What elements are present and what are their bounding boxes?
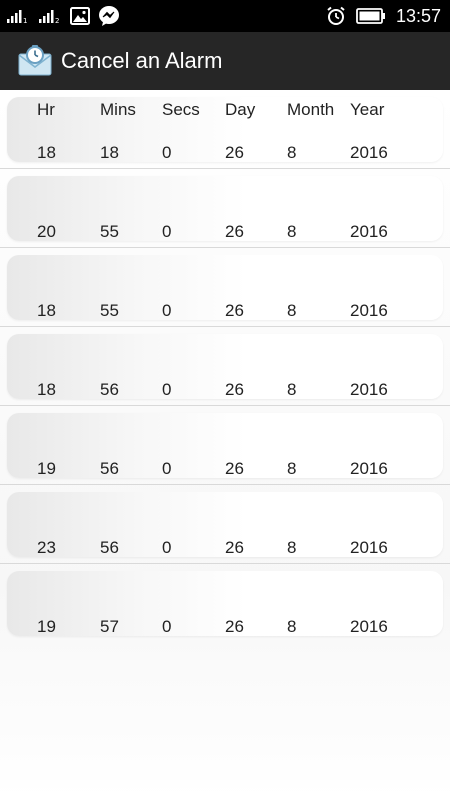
cell-mins: 55 [100,301,119,320]
cell-day: 26 [225,380,244,399]
app-bar: Cancel an Alarm [0,32,450,90]
cell-day: 26 [225,538,244,557]
cell-day: 26 [225,222,244,241]
cell-secs: 0 [162,222,172,241]
alarm-row[interactable]: Hr Mins Secs Day Month Year 18 18 0 26 8… [0,90,450,169]
cell-secs: 0 [162,459,172,478]
status-time: 13:57 [395,5,441,26]
alarm-row[interactable]: 19 57 0 26 8 2016 [0,564,450,643]
status-bar: 1 2 13:57 [0,0,450,32]
cell-mins: 55 [100,222,119,241]
cell-month: 8 [287,538,297,557]
status-right-icons: 13:57 [326,6,450,27]
messenger-icon [98,5,120,27]
cell-year: 2016 [350,617,388,636]
cell-year: 2016 [350,222,388,241]
battery-icon [356,8,386,24]
alarm-row[interactable]: 23 56 0 26 8 2016 [0,485,450,564]
cell-month: 8 [287,459,297,478]
cell-day: 26 [225,301,244,320]
cell-mins: 56 [100,380,119,399]
cell-mins: 57 [100,617,119,636]
cell-month: 8 [287,380,297,399]
cell-hr: 20 [37,222,56,241]
cell-secs: 0 [162,143,172,162]
cell-hr: 18 [37,380,56,399]
cell-secs: 0 [162,380,172,399]
cell-day: 26 [225,143,244,162]
cell-hr: 18 [37,143,56,162]
cell-secs: 0 [162,538,172,557]
cell-year: 2016 [350,143,388,162]
header-month: Month [287,100,335,119]
header-secs: Secs [162,100,200,119]
header-mins: Mins [100,100,136,119]
cell-mins: 56 [100,538,119,557]
cell-month: 8 [287,222,297,241]
cell-year: 2016 [350,301,388,320]
cell-mins: 18 [100,143,119,162]
cell-day: 26 [225,459,244,478]
svg-text:1: 1 [23,17,27,24]
header-day: Day [225,100,256,119]
signal-icon: 1 [6,8,30,24]
alarm-envelope-icon[interactable] [18,45,52,77]
alarm-list: Hr Mins Secs Day Month Year 18 18 0 26 8… [0,90,450,800]
cell-secs: 0 [162,617,172,636]
cell-month: 8 [287,301,297,320]
cell-year: 2016 [350,459,388,478]
cell-day: 26 [225,617,244,636]
cell-mins: 56 [100,459,119,478]
svg-text:2: 2 [55,17,59,24]
cell-year: 2016 [350,538,388,557]
alarm-row[interactable]: 18 56 0 26 8 2016 [0,327,450,406]
alarm-row[interactable]: 20 55 0 26 8 2016 [0,169,450,248]
cell-hr: 18 [37,301,56,320]
cell-hr: 23 [37,538,56,557]
app-title: Cancel an Alarm [61,48,223,73]
alarm-clock-icon [326,6,346,26]
cell-secs: 0 [162,301,172,320]
cell-year: 2016 [350,380,388,399]
signal-2-icon: 2 [38,8,62,24]
status-left-icons: 1 2 [0,5,120,27]
cell-hr: 19 [37,617,56,636]
alarm-row[interactable]: 18 55 0 26 8 2016 [0,248,450,327]
alarm-row[interactable]: 19 56 0 26 8 2016 [0,406,450,485]
header-year: Year [350,100,385,119]
cell-month: 8 [287,617,297,636]
header-hr: Hr [37,100,55,119]
cell-hr: 19 [37,459,56,478]
image-icon [70,7,90,25]
cell-month: 8 [287,143,297,162]
